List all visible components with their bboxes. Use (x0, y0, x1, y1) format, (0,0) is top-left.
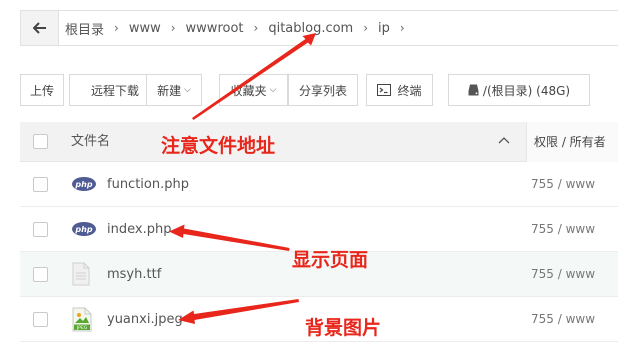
table-row[interactable]: php function.php 755 / www (20, 162, 618, 207)
php-file-icon: php (72, 222, 96, 236)
file-permission: 755 / www (531, 312, 596, 326)
annotation-background-image: 背景图片 (305, 317, 382, 339)
select-all-checkbox[interactable] (33, 134, 48, 149)
file-name[interactable]: function.php (107, 162, 189, 207)
breadcrumb-item-ip[interactable]: ip (378, 21, 390, 36)
file-permission: 755 / www (531, 267, 596, 281)
php-file-icon: php (72, 177, 96, 191)
upload-label: 上传 (29, 83, 54, 98)
share-list-button[interactable]: 分享列表 (288, 74, 358, 106)
row-checkbox[interactable] (33, 267, 48, 282)
breadcrumb-bar: 根目录 › www › wwwroot › qitablog.com › ip … (20, 10, 618, 46)
breadcrumb-separator: › (363, 21, 369, 35)
terminal-icon (377, 84, 392, 96)
file-permission: 755 / www (531, 222, 596, 236)
arrow-left-icon (32, 22, 46, 34)
chevron-down-icon: ⌵ (269, 85, 277, 95)
jpeg-file-icon: JPEG (72, 307, 92, 332)
column-header-permission[interactable]: 权限 / 所有者 (526, 122, 618, 162)
file-name[interactable]: msyh.ttf (107, 252, 161, 297)
disk-icon (468, 84, 479, 96)
disk-button[interactable]: /(根目录) (48G) (448, 74, 590, 106)
column-header-name[interactable]: 文件名 (71, 122, 110, 162)
file-permission: 755 / www (531, 177, 596, 191)
upload-button[interactable]: 上传 (20, 74, 64, 106)
file-name[interactable]: yuanxi.jpeg (107, 297, 183, 342)
breadcrumb-item-site[interactable]: qitablog.com (268, 21, 353, 36)
jpeg-icon-label: JPEG (76, 325, 88, 331)
breadcrumb-item-wwwroot[interactable]: wwwroot (186, 21, 244, 36)
share-list-label: 分享列表 (298, 83, 347, 98)
breadcrumb-separator: › (253, 21, 259, 35)
row-checkbox[interactable] (33, 222, 48, 237)
new-button[interactable]: 新建 ⌵ (146, 74, 202, 106)
breadcrumb: 根目录 › www › wwwroot › qitablog.com › ip … (65, 11, 415, 45)
row-checkbox[interactable] (33, 177, 48, 192)
table-header: 文件名 权限 / 所有者 (20, 122, 618, 162)
file-name[interactable]: index.php (107, 207, 171, 252)
terminal-button[interactable]: 终端 (366, 74, 433, 106)
breadcrumb-separator: › (399, 21, 405, 35)
row-checkbox[interactable] (33, 312, 48, 327)
breadcrumb-separator: › (114, 21, 119, 35)
new-label: 新建 (157, 83, 182, 98)
disk-label: /(根目录) (48G) (482, 83, 571, 98)
chevron-up-icon[interactable] (498, 135, 510, 147)
terminal-label: 终端 (397, 83, 422, 98)
favorites-button[interactable]: 收藏夹 ⌵ (219, 74, 288, 106)
back-button[interactable] (21, 11, 59, 45)
breadcrumb-separator: › (170, 21, 176, 35)
remote-download-label: 远程下载 (90, 83, 139, 98)
annotation-file-address: 注意文件地址 (161, 135, 276, 157)
breadcrumb-item-root[interactable]: 根目录 (65, 19, 104, 38)
breadcrumb-item-www[interactable]: www (129, 21, 161, 36)
annotation-display-page: 显示页面 (292, 249, 369, 271)
favorites-label: 收藏夹 (230, 83, 267, 98)
chevron-down-icon: ⌵ (184, 85, 191, 95)
generic-file-icon (72, 262, 90, 286)
